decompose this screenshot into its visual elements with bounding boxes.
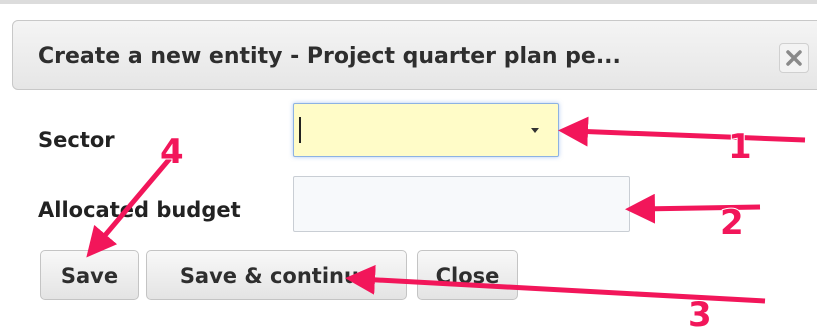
screenshot-canvas: Create a new entity - Project quarter pl… bbox=[0, 0, 817, 328]
dialog-title: Create a new entity - Project quarter pl… bbox=[38, 44, 621, 69]
allocated-budget-label: Allocated budget bbox=[38, 198, 241, 222]
close-button[interactable]: Close bbox=[417, 250, 518, 300]
annotation-label-3: 3 bbox=[688, 295, 712, 328]
annotation-label-4: 4 bbox=[160, 132, 184, 172]
annotation-arrow-2 bbox=[625, 193, 761, 224]
close-x-icon bbox=[786, 50, 802, 66]
annotation-label-1: 1 bbox=[728, 127, 752, 167]
text-cursor bbox=[299, 117, 301, 143]
save-button[interactable]: Save bbox=[40, 250, 139, 300]
allocated-budget-input[interactable] bbox=[293, 176, 630, 232]
sector-label: Sector bbox=[38, 128, 115, 152]
save-continue-button[interactable]: Save & continue bbox=[146, 250, 407, 300]
sector-dropdown[interactable] bbox=[293, 103, 559, 157]
top-divider bbox=[0, 0, 817, 4]
annotation-label-2: 2 bbox=[720, 203, 744, 243]
dialog-title-bar[interactable]: Create a new entity - Project quarter pl… bbox=[12, 20, 817, 90]
annotation-arrow-1 bbox=[558, 116, 806, 147]
dialog-close-button[interactable] bbox=[779, 43, 809, 73]
caret-down-icon[interactable] bbox=[531, 128, 539, 133]
